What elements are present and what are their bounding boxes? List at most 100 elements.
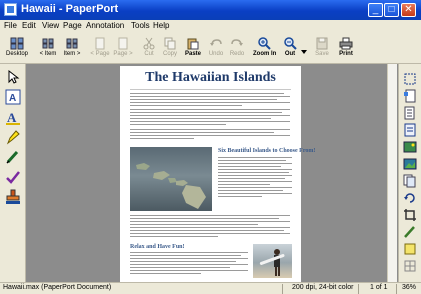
next-item-label: Item > bbox=[63, 51, 81, 57]
previous-page-label: < Page bbox=[90, 51, 110, 57]
color-adjust-icon[interactable] bbox=[403, 242, 417, 256]
surfer-photo bbox=[253, 244, 292, 278]
print-button[interactable]: Print bbox=[336, 37, 356, 62]
annotations-icon[interactable] bbox=[403, 106, 417, 120]
scissors-icon bbox=[143, 37, 155, 50]
redo-button[interactable]: Redo bbox=[228, 37, 246, 62]
surfer-graphic bbox=[259, 249, 285, 276]
zoom-dropdown-arrow[interactable] bbox=[300, 41, 308, 66]
crop-icon[interactable] bbox=[403, 208, 417, 222]
copy-icon bbox=[164, 37, 176, 50]
checkmark-icon[interactable] bbox=[5, 169, 21, 185]
previous-page-button[interactable]: < Page bbox=[89, 37, 111, 62]
annotation-toolbar: A A bbox=[0, 64, 26, 282]
paste-button[interactable]: Paste bbox=[183, 37, 203, 62]
zoom-in-label: Zoom In bbox=[253, 51, 277, 57]
redo-label: Redo bbox=[229, 51, 245, 57]
selection-arrow-icon[interactable] bbox=[5, 69, 21, 85]
undo-button[interactable]: Undo bbox=[207, 37, 225, 62]
status-page-count: 1 of 1 bbox=[370, 284, 388, 291]
pen-icon[interactable] bbox=[5, 149, 21, 165]
text-document-icon[interactable] bbox=[403, 123, 417, 137]
intro-paragraph bbox=[130, 93, 290, 108]
print-label: Print bbox=[339, 51, 353, 57]
status-separator bbox=[396, 284, 397, 294]
title-rule bbox=[130, 89, 291, 90]
highlighter-icon[interactable] bbox=[5, 129, 21, 145]
document-title: The Hawaiian Islands bbox=[145, 70, 276, 85]
status-bar: Hawaii.max (PaperPort Document) 200 dpi,… bbox=[0, 282, 421, 294]
next-item-button[interactable]: Item > bbox=[61, 37, 83, 62]
paperport-app-icon[interactable] bbox=[4, 3, 17, 16]
zoom-out-label: Out bbox=[284, 51, 296, 57]
next-page-button[interactable]: Page > bbox=[112, 37, 134, 62]
toolbar: Desktop < Item Item > < Page Page > Cut … bbox=[0, 35, 421, 64]
paragraph-3 bbox=[130, 129, 290, 141]
menu-view[interactable]: View bbox=[42, 21, 59, 30]
magnifier-minus-icon bbox=[284, 37, 297, 50]
desktop-button[interactable]: Desktop bbox=[3, 37, 31, 62]
cut-button[interactable]: Cut bbox=[140, 37, 158, 62]
next-page-label: Page > bbox=[113, 51, 133, 57]
save-button[interactable]: Save bbox=[313, 37, 331, 62]
paragraph-2 bbox=[130, 109, 290, 127]
zoom-out-button[interactable]: Out bbox=[279, 37, 301, 62]
desktop-icon bbox=[10, 37, 24, 50]
copy-label: Copy bbox=[162, 51, 177, 57]
close-button[interactable]: ✕ bbox=[401, 3, 416, 17]
status-separator bbox=[282, 284, 283, 294]
stamp-icon[interactable] bbox=[5, 189, 21, 205]
document-page: The Hawaiian Islands Six Beautiful Islan… bbox=[120, 66, 315, 282]
hawaii-map-image bbox=[130, 147, 212, 211]
note-text-icon[interactable]: A bbox=[5, 109, 21, 125]
previous-item-button[interactable]: < Item bbox=[37, 37, 59, 62]
magnifier-plus-icon bbox=[258, 37, 271, 50]
relax-paragraph bbox=[130, 252, 248, 276]
undo-label: Undo bbox=[208, 51, 224, 57]
subheading-relax: Relax and Have Fun! bbox=[130, 244, 185, 250]
paragraph-4 bbox=[130, 215, 290, 239]
paste-label: Paste bbox=[184, 51, 201, 57]
floppy-disk-icon bbox=[316, 37, 328, 50]
window-title: Hawaii - PaperPort bbox=[21, 3, 119, 15]
maximize-button[interactable]: □ bbox=[384, 3, 399, 17]
svg-text:A: A bbox=[7, 110, 17, 125]
status-zoom-level: 36% bbox=[402, 284, 417, 291]
title-bar: Hawaii - PaperPort _ □ ✕ bbox=[0, 0, 421, 20]
photo-enhance-icon[interactable] bbox=[403, 157, 417, 171]
grid-icon[interactable] bbox=[403, 259, 417, 273]
menu-tools[interactable]: Tools bbox=[131, 21, 150, 30]
menu-edit[interactable]: Edit bbox=[22, 21, 36, 30]
chevron-down-icon bbox=[301, 50, 307, 54]
minimize-button[interactable]: _ bbox=[368, 3, 383, 17]
cut-label: Cut bbox=[144, 51, 154, 57]
desktop-label: Desktop bbox=[5, 51, 28, 57]
copy-button[interactable]: Copy bbox=[161, 37, 179, 62]
vertical-scrollbar[interactable] bbox=[387, 64, 397, 282]
right-tool-strip bbox=[398, 64, 421, 282]
status-resolution: 200 dpi, 24-bit color bbox=[292, 284, 354, 291]
menu-page[interactable]: Page bbox=[63, 21, 82, 30]
rotate-icon[interactable] bbox=[403, 191, 417, 205]
text-box-icon[interactable]: A bbox=[5, 89, 21, 105]
redo-icon bbox=[231, 39, 243, 46]
previous-item-label: < Item bbox=[39, 51, 57, 57]
printer-icon bbox=[339, 37, 353, 50]
page-properties-icon[interactable] bbox=[403, 89, 417, 103]
menu-bar: File Edit View Page Annotation Tools Hel… bbox=[0, 20, 421, 34]
menu-file[interactable]: File bbox=[4, 21, 17, 30]
image-view-icon[interactable] bbox=[403, 140, 417, 154]
status-document-name: Hawaii.max (PaperPort Document) bbox=[3, 284, 112, 291]
zoom-in-button[interactable]: Zoom In bbox=[253, 37, 277, 62]
svg-text:A: A bbox=[9, 93, 16, 104]
page-icon bbox=[118, 37, 128, 50]
islands-map-graphic bbox=[136, 163, 206, 209]
straighten-pen-icon[interactable] bbox=[403, 225, 417, 239]
marquee-select-icon[interactable] bbox=[403, 72, 417, 86]
clipboard-icon bbox=[187, 38, 199, 50]
pages-icon[interactable] bbox=[403, 174, 417, 188]
subheading-islands: Six Beautiful Islands to Choose From! bbox=[218, 148, 316, 154]
menu-annotation[interactable]: Annotation bbox=[86, 21, 124, 30]
status-separator bbox=[358, 284, 359, 294]
menu-help[interactable]: Help bbox=[153, 21, 169, 30]
